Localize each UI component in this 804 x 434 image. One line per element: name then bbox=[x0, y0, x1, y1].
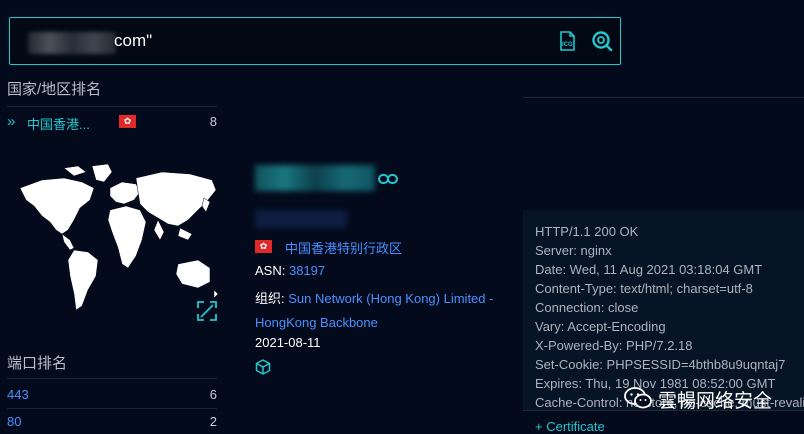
top-right-panel bbox=[523, 65, 804, 98]
response-line: Set-Cookie: PHPSESSID=4bthb8u9uqntaj7 bbox=[535, 357, 786, 372]
host-title-blurred[interactable] bbox=[255, 165, 375, 191]
response-line: Content-Type: text/html; charset=utf-8 bbox=[535, 281, 753, 296]
search-query-blurred bbox=[28, 32, 116, 54]
link-icon[interactable] bbox=[378, 172, 398, 186]
port-number[interactable]: 443 bbox=[7, 387, 29, 402]
cube-icon[interactable] bbox=[255, 359, 271, 375]
host-ip-blurred bbox=[255, 210, 347, 228]
country-ranking-title: 国家/地区排名 bbox=[7, 81, 102, 98]
ico-search-icon[interactable]: ICO bbox=[557, 31, 577, 51]
response-line: Date: Wed, 11 Aug 2021 03:18:04 GMT bbox=[535, 262, 763, 277]
country-count: 8 bbox=[209, 114, 217, 129]
certificate-label: Certificate bbox=[546, 419, 605, 434]
chevron-right-icon: » bbox=[7, 113, 16, 130]
divider bbox=[7, 378, 217, 379]
search-bar[interactable]: com" ICO bbox=[9, 17, 621, 65]
response-line: Connection: close bbox=[535, 300, 639, 315]
response-line: Server: nginx bbox=[535, 243, 612, 258]
wechat-icon bbox=[624, 387, 652, 409]
org-label: 组织: bbox=[255, 291, 285, 306]
watermark: 雲暢网络安全 bbox=[618, 383, 804, 413]
expand-icon[interactable] bbox=[197, 301, 217, 321]
certificate-toggle[interactable]: + Certificate bbox=[535, 419, 605, 434]
org-value[interactable]: Sun Network (Hong Kong) Limited - HongKo… bbox=[255, 291, 493, 330]
port-row[interactable]: 443 6 bbox=[7, 387, 217, 407]
watermark-text: 雲暢网络安全 bbox=[658, 391, 773, 412]
scan-icon[interactable] bbox=[591, 30, 613, 52]
http-response-panel: HTTP/1.1 200 OK Server: nginx Date: Wed,… bbox=[523, 210, 804, 410]
country-row[interactable]: » 中国香港... ✿ 8 bbox=[7, 112, 217, 132]
host-region[interactable]: 中国香港特别行政区 bbox=[285, 238, 402, 257]
org-row: 组织: Sun Network (Hong Kong) Limited - Ho… bbox=[255, 287, 500, 335]
response-line: HTTP/1.1 200 OK bbox=[535, 224, 639, 239]
port-count: 2 bbox=[209, 414, 217, 429]
response-line: X-Powered-By: PHP/7.2.18 bbox=[535, 338, 693, 353]
asn-label: ASN: bbox=[255, 263, 286, 278]
world-map bbox=[19, 163, 219, 311]
country-name[interactable]: 中国香港... bbox=[27, 114, 90, 133]
divider bbox=[7, 408, 217, 409]
port-row[interactable]: 80 2 bbox=[7, 414, 217, 434]
port-number[interactable]: 80 bbox=[7, 414, 21, 429]
hk-flag-icon: ✿ bbox=[255, 240, 272, 253]
host-date: 2021-08-11 bbox=[255, 335, 321, 350]
response-line: Vary: Accept-Encoding bbox=[535, 319, 666, 334]
asn-value[interactable]: 38197 bbox=[289, 263, 325, 278]
hk-flag-icon: ✿ bbox=[119, 115, 136, 128]
plus-icon: + bbox=[535, 419, 547, 434]
svg-text:ICO: ICO bbox=[562, 42, 573, 48]
port-count: 6 bbox=[209, 387, 217, 402]
asn-row: ASN: 38197 bbox=[255, 263, 325, 278]
search-input[interactable]: com" bbox=[114, 31, 152, 51]
divider bbox=[7, 106, 217, 107]
port-ranking-title: 端口排名 bbox=[7, 355, 68, 372]
